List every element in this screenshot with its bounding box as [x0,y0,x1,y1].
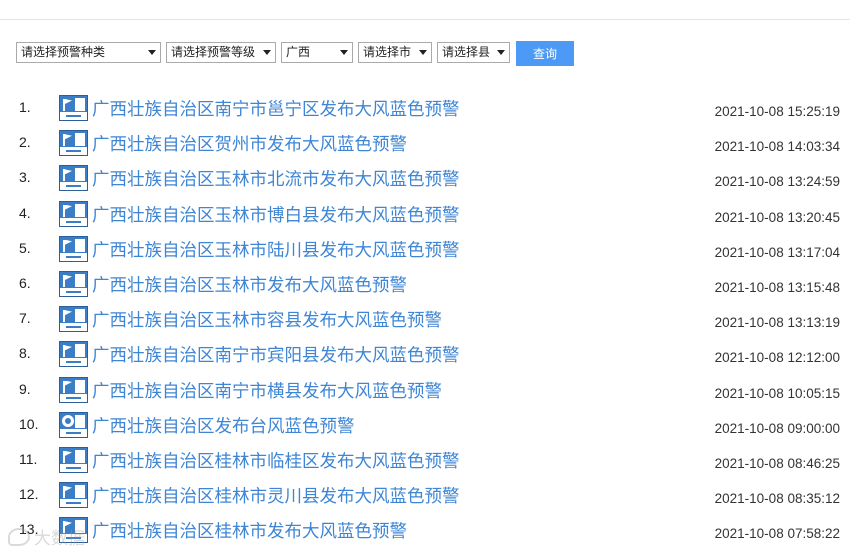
warning-title-link[interactable]: 广西壮族自治区南宁市宾阳县发布大风蓝色预警 [92,342,460,367]
chevron-down-icon [263,49,271,55]
gale-blue-warning-icon [59,165,88,192]
warning-title-link[interactable]: 广西壮族自治区桂林市临桂区发布大风蓝色预警 [92,448,460,473]
warning-timestamp: 2021-10-08 13:20:45 [714,209,840,225]
chevron-down-icon [340,49,348,55]
gale-blue-warning-icon [59,130,88,157]
list-item: 6. 广西壮族自治区玉林市发布大风蓝色预警 2021-10-08 13:15:48 [0,266,850,301]
warning-timestamp: 2021-10-08 08:46:25 [714,455,840,471]
province-select-value: 广西 [286,44,311,59]
warning-timestamp: 2021-10-08 13:17:04 [714,244,840,260]
list-item-number: 7. [19,310,31,327]
county-select-value: 请选择县 [442,44,491,59]
list-item: 11. 广西壮族自治区桂林市临桂区发布大风蓝色预警 2021-10-08 08:46… [0,442,850,477]
list-item-number: 8. [19,345,31,362]
list-item: 4. 广西壮族自治区玉林市博白县发布大风蓝色预警 2021-10-08 13:20:… [0,196,850,231]
gale-blue-warning-icon [59,95,88,121]
filter-bar: 请选择预警种类 请选择预警等级 广西 请选择市 请选择县 查询 [16,40,574,66]
gale-blue-warning-icon [59,235,88,262]
query-button[interactable]: 查询 [516,40,574,66]
province-select[interactable]: 广西 [281,41,353,63]
list-item: 12. 广西壮族自治区桂林市灵川县发布大风蓝色预警 2021-10-08 08:35… [0,477,850,512]
warning-type-select-value: 请选择预警种类 [21,44,106,59]
watermark-text: 大数据 [34,529,85,548]
warning-timestamp: 2021-10-08 12:12:00 [714,350,840,366]
list-item-number: 11. [19,450,38,467]
gale-blue-warning-icon [59,376,88,403]
chevron-down-icon [419,49,427,55]
typhoon-blue-warning-icon [59,411,88,438]
list-item-number: 2. [19,134,31,151]
warning-level-select-value: 请选择预警等级 [171,44,256,59]
list-item: 8. 广西壮族自治区南宁市宾阳县发布大风蓝色预警 2021-10-08 12:12:… [0,336,850,371]
list-item: 5. 广西壮族自治区玉林市陆川县发布大风蓝色预警 2021-10-08 13:17:… [0,231,850,266]
watermark: 大数据 [8,524,85,549]
warning-title-link[interactable]: 广西壮族自治区南宁市邕宁区发布大风蓝色预警 [92,96,460,121]
chevron-down-icon [148,49,156,55]
warning-title-link[interactable]: 广西壮族自治区桂林市灵川县发布大风蓝色预警 [92,483,460,508]
warning-timestamp: 2021-10-08 10:05:15 [714,385,840,401]
warning-type-select[interactable]: 请选择预警种类 [16,41,161,63]
county-select[interactable]: 请选择县 [437,41,510,63]
gale-blue-warning-icon [59,482,88,509]
city-select[interactable]: 请选择市 [358,41,432,63]
warning-title-link[interactable]: 广西壮族自治区发布台风蓝色预警 [92,413,355,438]
list-item-number: 12. [19,486,39,503]
list-item: 2. 广西壮族自治区贺州市发布大风蓝色预警 2021-10-08 14:03:34 [0,125,850,160]
gale-blue-warning-icon [59,306,88,333]
gale-blue-warning-icon [59,200,88,227]
warning-title-link[interactable]: 广西壮族自治区玉林市容县发布大风蓝色预警 [92,307,442,332]
list-item-number: 1. [19,99,31,115]
list-item-number: 10. [19,415,39,432]
warning-level-select[interactable]: 请选择预警等级 [166,41,276,63]
warning-title-link[interactable]: 广西壮族自治区玉林市陆川县发布大风蓝色预警 [92,237,460,262]
warning-title-link[interactable]: 广西壮族自治区贺州市发布大风蓝色预警 [92,131,407,156]
chevron-down-icon [497,49,505,55]
gale-blue-warning-icon [59,270,88,297]
list-item-number: 6. [19,274,31,291]
gale-blue-warning-icon [59,446,88,473]
warning-timestamp: 2021-10-08 15:25:19 [714,104,840,119]
warning-timestamp: 2021-10-08 14:03:34 [714,139,840,155]
warning-title-link[interactable]: 广西壮族自治区玉林市博白县发布大风蓝色预警 [92,202,460,227]
warning-title-link[interactable]: 广西壮族自治区桂林市发布大风蓝色预警 [92,518,407,543]
gale-blue-warning-icon [59,341,88,368]
warning-timestamp: 2021-10-08 07:58:22 [714,526,840,542]
warning-title-link[interactable]: 广西壮族自治区玉林市北流市发布大风蓝色预警 [92,166,460,191]
list-item: 3. 广西壮族自治区玉林市北流市发布大风蓝色预警 2021-10-08 13:24:… [0,160,850,195]
warning-timestamp: 2021-10-08 13:24:59 [714,174,840,190]
warning-title-link[interactable]: 广西壮族自治区南宁市横县发布大风蓝色预警 [92,378,442,403]
list-item-number: 5. [19,239,31,256]
warning-list: 1. 广西壮族自治区南宁市邕宁区发布大风蓝色预警 2021-10-08 15:25:… [0,90,850,547]
list-item: 7. 广西壮族自治区玉林市容县发布大风蓝色预警 2021-10-08 13:13:1… [0,301,850,336]
warning-timestamp: 2021-10-08 13:13:19 [714,315,840,331]
list-item-number: 9. [19,380,31,397]
list-item-number: 4. [19,204,31,221]
warning-title-link[interactable]: 广西壮族自治区玉林市发布大风蓝色预警 [92,272,407,297]
list-item: 10. 广西壮族自治区发布台风蓝色预警 2021-10-08 09:00:00 [0,407,850,442]
watermark-logo-icon [8,527,30,546]
warning-timestamp: 2021-10-08 09:00:00 [714,420,840,436]
warning-timestamp: 2021-10-08 08:35:12 [714,491,840,507]
list-item: 9. 广西壮族自治区南宁市横县发布大风蓝色预警 2021-10-08 10:05:1… [0,372,850,407]
list-item: 1. 广西壮族自治区南宁市邕宁区发布大风蓝色预警 2021-10-08 15:25:… [0,90,850,125]
warning-timestamp: 2021-10-08 13:15:48 [714,279,840,295]
list-item-number: 3. [19,169,31,186]
top-divider [0,19,850,20]
list-item: 13. 广西壮族自治区桂林市发布大风蓝色预警 2021-10-08 07:58:22 [0,512,850,547]
city-select-value: 请选择市 [363,44,412,59]
